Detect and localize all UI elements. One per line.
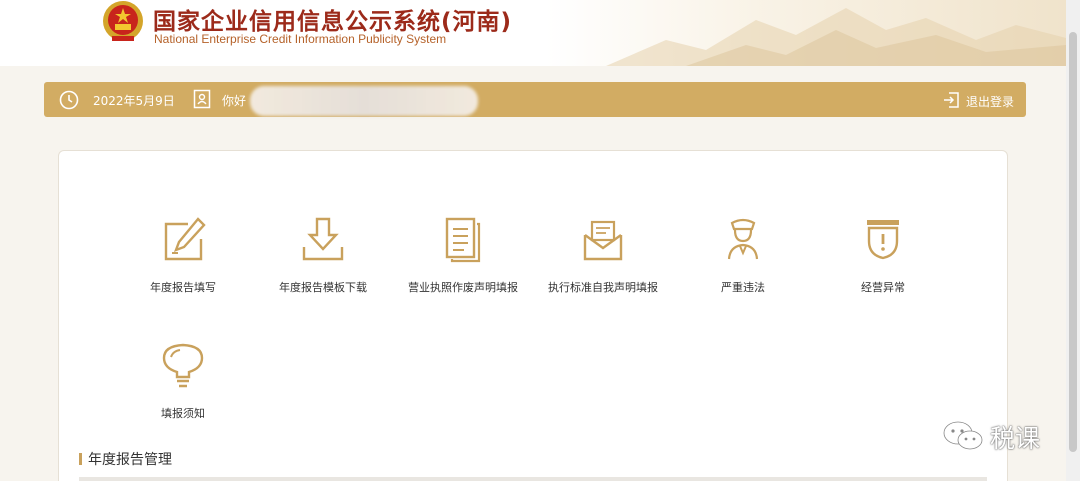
tile-label: 年度报告填写 xyxy=(150,281,216,294)
header-mountain-art xyxy=(546,0,1066,66)
redacted-username xyxy=(250,86,478,116)
tile-filing-instructions[interactable]: 填报须知 xyxy=(118,341,248,421)
tile-label: 执行标准自我声明填报 xyxy=(548,281,658,294)
national-emblem-icon xyxy=(100,0,146,44)
section-marker xyxy=(79,453,82,465)
page-scrollbar[interactable] xyxy=(1066,0,1080,481)
mail-envelope-icon xyxy=(583,220,623,261)
clock-icon xyxy=(59,90,79,110)
pencil-edit-icon xyxy=(164,217,206,261)
main-panel: 年度报告填写 年度报告模板下载 营业执照作废声明填报 执行标准自我声明填报 严重… xyxy=(58,150,1008,481)
lightbulb-icon xyxy=(162,343,204,388)
greeting-text: 你好 xyxy=(222,94,247,108)
tile-label: 填报须知 xyxy=(161,407,205,420)
tile-license-void-statement[interactable]: 营业执照作废声明填报 xyxy=(398,215,528,295)
tile-label: 严重违法 xyxy=(721,281,765,294)
wechat-watermark: 税课 xyxy=(942,418,1052,453)
site-title: 国家企业信用信息公示系统(河南) xyxy=(153,9,513,35)
site-subtitle: National Enterprise Credit Information P… xyxy=(154,32,447,46)
user-card-icon xyxy=(193,89,211,109)
tile-annual-report-fill[interactable]: 年度报告填写 xyxy=(118,215,248,295)
officer-icon xyxy=(727,218,759,260)
section-title: 年度报告管理 xyxy=(79,449,172,469)
section-divider xyxy=(79,477,987,481)
site-header: 国家企业信用信息公示系统(河南) National Enterprise Cre… xyxy=(0,0,1066,66)
tile-template-download[interactable]: 年度报告模板下载 xyxy=(258,215,388,295)
download-icon xyxy=(302,217,344,261)
tile-label: 经营异常 xyxy=(861,281,905,294)
tile-label: 营业执照作废声明填报 xyxy=(408,281,518,294)
wechat-logo-icon xyxy=(942,420,983,450)
document-icon xyxy=(445,217,481,263)
logout-link[interactable]: 退出登录 xyxy=(966,93,1014,110)
tile-standard-self-declaration[interactable]: 执行标准自我声明填报 xyxy=(538,215,668,295)
watermark-text: 税课 xyxy=(990,424,1041,453)
current-date: 2022年5月9日 xyxy=(93,94,175,108)
user-info-bar: 2022年5月9日 你好 退出登录 xyxy=(44,82,1026,117)
tile-label: 年度报告模板下载 xyxy=(279,281,367,294)
logout-icon[interactable] xyxy=(942,91,960,109)
scrollbar-thumb[interactable] xyxy=(1069,32,1077,452)
section-title-text: 年度报告管理 xyxy=(88,452,172,468)
warning-shield-icon xyxy=(867,220,899,260)
tile-serious-violation[interactable]: 严重违法 xyxy=(678,215,808,295)
tile-abnormal-operation[interactable]: 经营异常 xyxy=(818,215,948,295)
